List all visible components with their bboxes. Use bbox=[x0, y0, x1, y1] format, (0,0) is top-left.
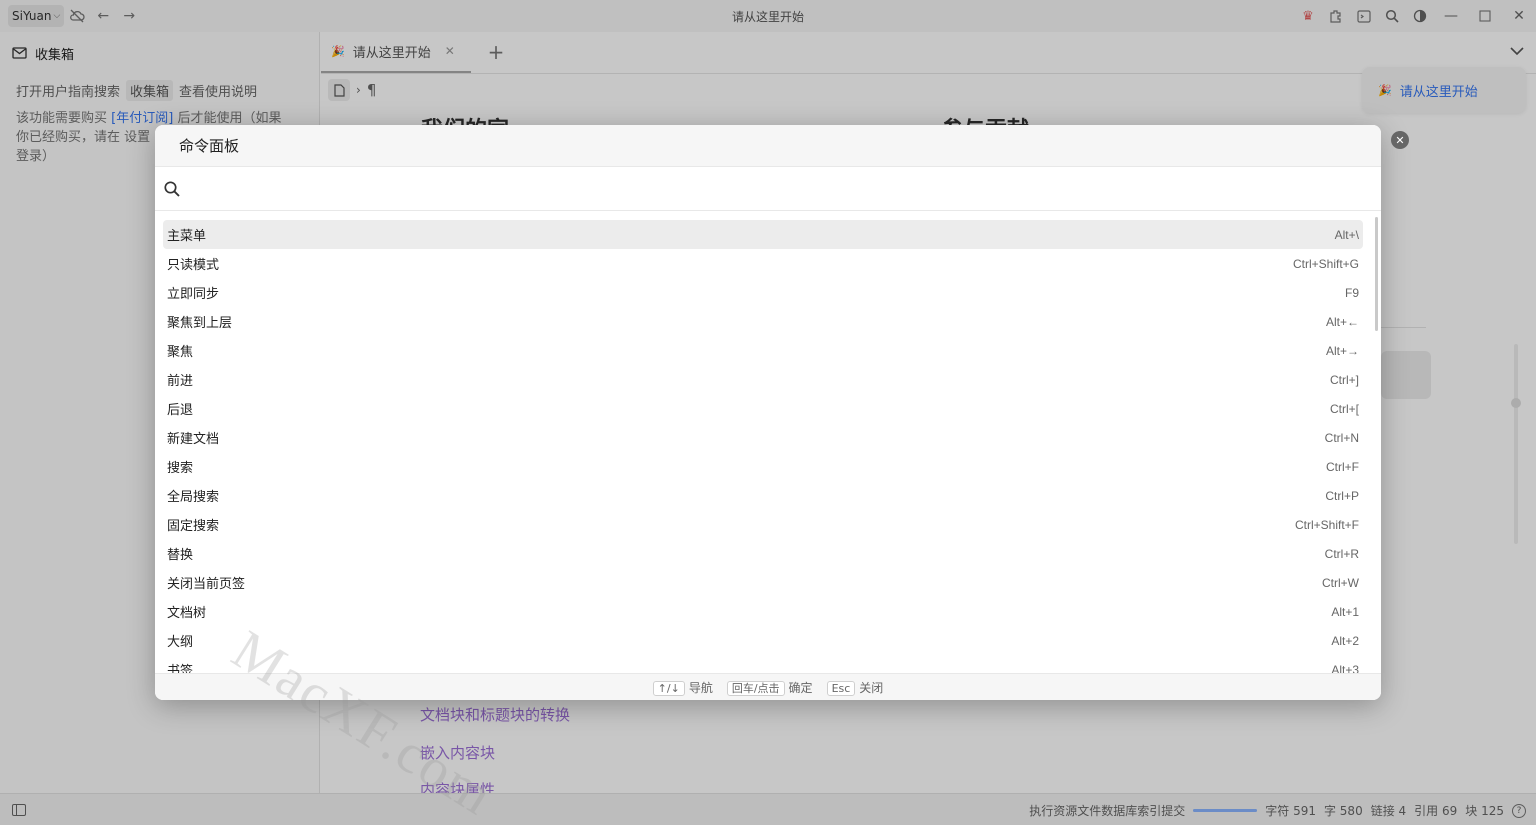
footer-close: Esc 关闭 bbox=[826, 679, 884, 696]
command-search-bar bbox=[155, 167, 1381, 211]
command-item[interactable]: 聚焦到上层 Alt+← bbox=[163, 307, 1363, 336]
command-item[interactable]: 替换 Ctrl+R bbox=[163, 539, 1363, 568]
command-shortcut: F9 bbox=[1344, 285, 1359, 300]
command-item[interactable]: 大纲 Alt+2 bbox=[163, 626, 1363, 655]
footer-nav: ↑/↓ 导航 bbox=[652, 679, 713, 696]
command-shortcut: Alt+← bbox=[1325, 314, 1359, 329]
command-shortcut: Ctrl+[ bbox=[1329, 401, 1359, 416]
command-label: 立即同步 bbox=[167, 287, 220, 302]
command-item[interactable]: 主菜单 Alt+\ bbox=[163, 220, 1363, 249]
confirm-label: 确定 bbox=[788, 680, 813, 695]
command-label: 只读模式 bbox=[167, 258, 220, 273]
command-search-input[interactable] bbox=[181, 168, 1381, 209]
command-label: 关闭当前页签 bbox=[167, 577, 246, 592]
command-shortcut: Ctrl+W bbox=[1322, 575, 1359, 590]
command-shortcut: Alt+→ bbox=[1325, 343, 1359, 358]
command-shortcut: Ctrl+Shift+F bbox=[1294, 517, 1359, 532]
command-label: 搜索 bbox=[167, 461, 194, 476]
command-shortcut: Ctrl+] bbox=[1329, 372, 1359, 387]
command-item[interactable]: 书签 Alt+3 bbox=[163, 655, 1363, 674]
command-item[interactable]: 前进 Ctrl+] bbox=[163, 365, 1363, 394]
command-item[interactable]: 新建文档 Ctrl+N bbox=[163, 423, 1363, 452]
command-label: 文档树 bbox=[167, 606, 207, 621]
command-item[interactable]: 立即同步 F9 bbox=[163, 278, 1363, 307]
command-label: 大纲 bbox=[167, 635, 194, 650]
command-item[interactable]: 只读模式 Ctrl+Shift+G bbox=[163, 249, 1363, 278]
esc-key: Esc bbox=[826, 680, 856, 696]
command-item[interactable]: 后退 Ctrl+[ bbox=[163, 394, 1363, 423]
command-item[interactable]: 搜索 Ctrl+F bbox=[163, 452, 1363, 481]
command-item[interactable]: 全局搜索 Ctrl+P bbox=[163, 481, 1363, 510]
command-shortcut: Ctrl+R bbox=[1324, 546, 1359, 561]
command-shortcut: Ctrl+F bbox=[1326, 459, 1359, 474]
command-label: 后退 bbox=[167, 403, 194, 418]
command-label: 聚焦 bbox=[167, 345, 194, 360]
command-label: 替换 bbox=[167, 548, 194, 563]
command-label: 固定搜索 bbox=[167, 519, 220, 534]
command-list: 主菜单 Alt+\ 只读模式 Ctrl+Shift+G 立即同步 F9 聚焦到上层 Alt+←… bbox=[155, 213, 1381, 673]
command-palette: 命令面板 主菜单 Alt+\ 只读模式 Ctrl+Shift+G 立即同步 F9 聚焦到上层… bbox=[155, 125, 1381, 700]
command-label: 前进 bbox=[167, 374, 194, 389]
command-item[interactable]: 固定搜索 Ctrl+Shift+F bbox=[163, 510, 1363, 539]
command-item[interactable]: 关闭当前页签 Ctrl+W bbox=[163, 568, 1363, 597]
command-shortcut: Alt+1 bbox=[1331, 604, 1359, 619]
command-shortcut: Ctrl+P bbox=[1325, 488, 1359, 503]
confirm-key: 回车/点击 bbox=[726, 680, 785, 696]
command-shortcut: Alt+2 bbox=[1331, 633, 1359, 648]
command-label: 聚焦到上层 bbox=[167, 316, 233, 331]
command-shortcut: Ctrl+N bbox=[1324, 430, 1359, 445]
footer-confirm: 回车/点击 确定 bbox=[726, 679, 813, 696]
command-label: 书签 bbox=[167, 664, 194, 673]
command-palette-footer: ↑/↓ 导航 回车/点击 确定 Esc 关闭 bbox=[155, 673, 1381, 700]
search-icon bbox=[164, 180, 180, 197]
command-label: 主菜单 bbox=[167, 229, 207, 244]
command-item[interactable]: 文档树 Alt+1 bbox=[163, 597, 1363, 626]
command-list-scrollbar[interactable] bbox=[1375, 217, 1378, 331]
nav-key: ↑/↓ bbox=[652, 680, 685, 696]
command-shortcut: Ctrl+Shift+G bbox=[1292, 256, 1359, 271]
command-shortcut: Alt+3 bbox=[1331, 662, 1359, 674]
command-label: 新建文档 bbox=[167, 432, 220, 447]
nav-label: 导航 bbox=[688, 680, 713, 695]
command-item[interactable]: 聚焦 Alt+→ bbox=[163, 336, 1363, 365]
command-palette-title: 命令面板 bbox=[155, 125, 1381, 167]
command-label: 全局搜索 bbox=[167, 490, 220, 505]
close-icon[interactable]: ✕ bbox=[1391, 131, 1409, 149]
close-label: 关闭 bbox=[859, 680, 884, 695]
command-shortcut: Alt+\ bbox=[1334, 227, 1359, 242]
